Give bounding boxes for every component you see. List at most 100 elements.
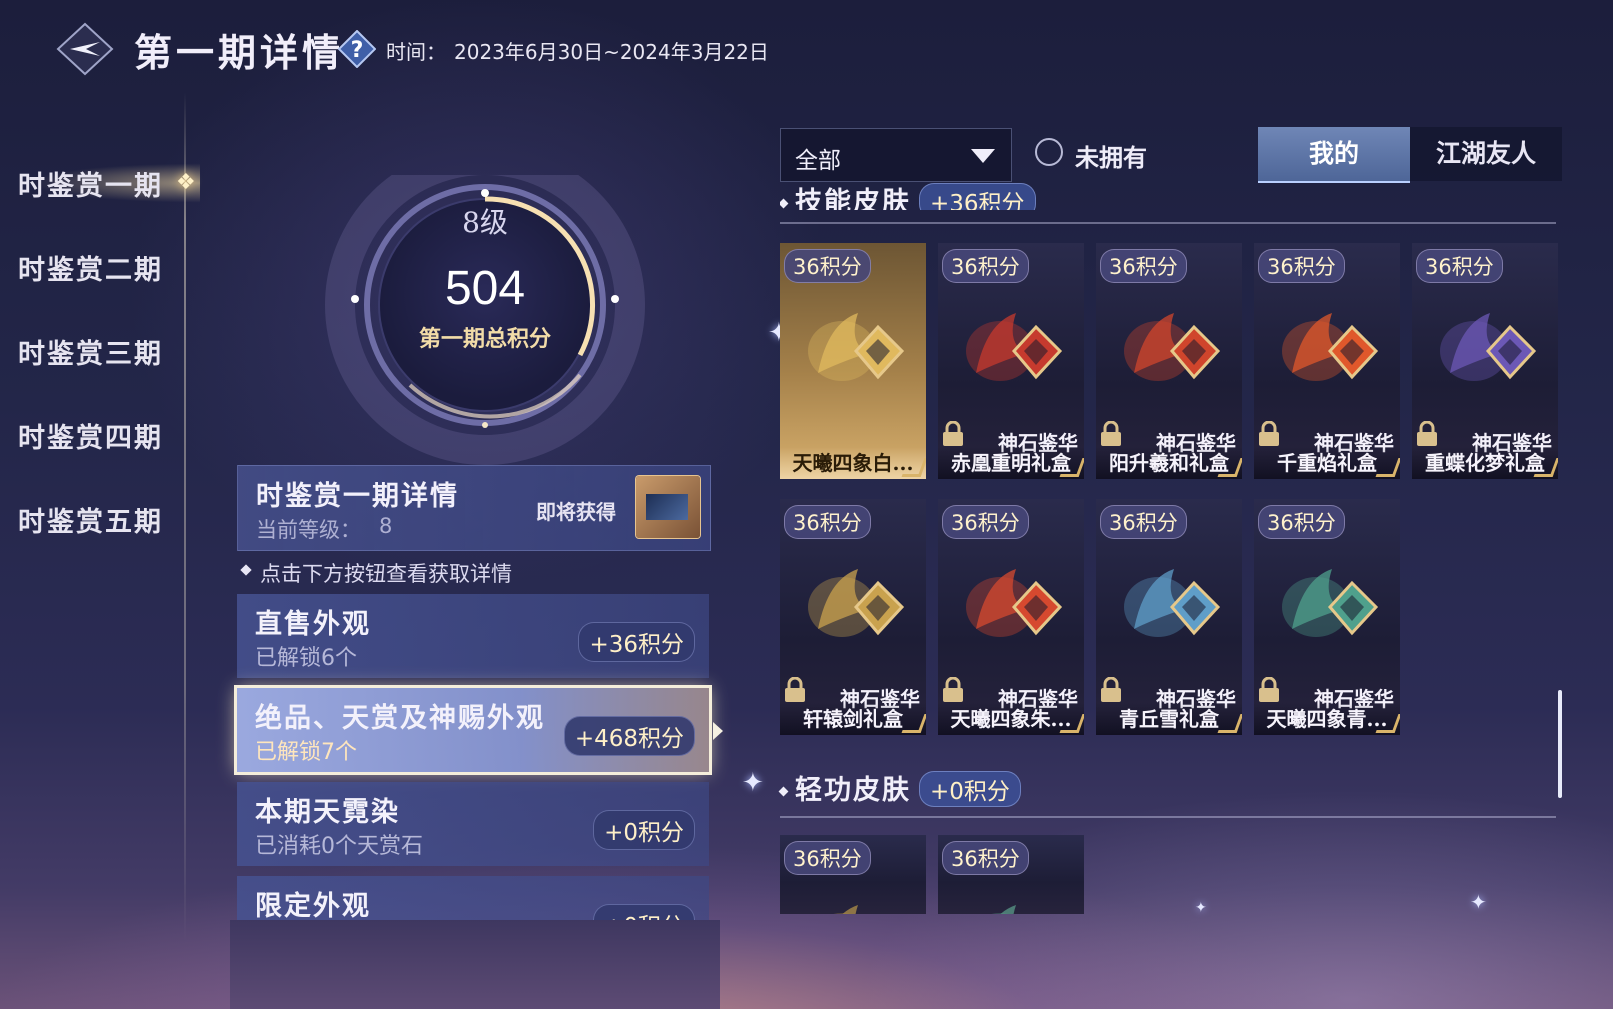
item-card[interactable]: 36积分 神石鉴华 重蝶化梦礼盒 (1412, 243, 1558, 479)
section-qinggong-skins: 轻功皮肤 +0积分 (778, 768, 1021, 807)
sparkle-icon: ✦ (742, 768, 764, 798)
category-subtext: 已解锁7个 (255, 740, 357, 765)
bullet-icon (778, 786, 789, 797)
section-divider (780, 222, 1556, 224)
period-label: 时间： (386, 40, 446, 64)
active-indicator-icon: ❖ (176, 170, 196, 195)
sidebar-divider (184, 92, 186, 942)
item-art-icon (966, 313, 1063, 381)
section-points: +0积分 (919, 771, 1021, 807)
svg-text:?: ? (351, 38, 364, 63)
level-text: 8级 (462, 206, 508, 239)
item-art-icon (1124, 569, 1221, 637)
detail-level-value: 8 (379, 514, 393, 538)
sidebar-item-period-5[interactable]: 时鉴赏五期 (18, 500, 163, 539)
score-ring: 8级 504 第一期总积分 (300, 175, 670, 465)
bullet-icon (240, 564, 252, 576)
not-owned-label[interactable]: 未拥有 (1075, 138, 1147, 173)
filter-dropdown-value: 全部 (795, 148, 841, 174)
item-art-icon (808, 313, 905, 381)
item-art-icon (1124, 313, 1221, 381)
total-score: 504 (444, 262, 526, 315)
item-art-icon (1440, 313, 1537, 381)
chevron-down-icon (971, 149, 995, 163)
detail-level-label: 当前等级： (256, 518, 361, 542)
item-points-badge: 36积分 (784, 249, 871, 283)
tab-mine[interactable]: 我的 (1258, 127, 1410, 183)
item-points-badge: 36积分 (1416, 249, 1503, 283)
item-card[interactable]: 36积分 神石鉴华 天曦四象青... (1254, 499, 1400, 735)
category-points: +468积分 (563, 716, 695, 756)
section-divider (780, 816, 1556, 818)
upcoming-reward-thumbnail[interactable] (636, 476, 700, 538)
sparkle-icon: ✦ (1195, 900, 1207, 916)
sidebar-item-period-4[interactable]: 时鉴赏四期 (18, 416, 163, 455)
item-points-badge: 36积分 (942, 505, 1029, 539)
section-title: 轻功皮肤 (795, 775, 911, 806)
scrollbar[interactable] (1558, 690, 1562, 798)
category-name: 本期天霓染 (255, 797, 400, 828)
item-points-badge: 36积分 (784, 841, 871, 875)
item-card[interactable]: 36积分 神石鉴华 千重焰礼盒 (1254, 243, 1400, 479)
category-name: 直售外观 (255, 609, 371, 640)
lock-icon (943, 421, 963, 446)
lock-icon (1101, 421, 1121, 446)
page-title: 第一期详情 (134, 30, 345, 75)
back-button[interactable] (56, 22, 114, 76)
item-card[interactable]: 36积分 神石鉴华 阳升羲和礼盒 (1096, 243, 1242, 479)
section-skill-skins: 技能皮肤 +36积分 (780, 180, 1036, 210)
item-card[interactable]: 36积分 天曦四象白... (780, 243, 926, 479)
category-subtext: 已消耗0个天赏石 (255, 834, 423, 859)
hint-text: 点击下方按钮查看获取详情 (260, 562, 512, 586)
section-points: +36积分 (919, 183, 1036, 210)
not-owned-radio[interactable] (1035, 138, 1063, 166)
back-arrow-icon (56, 22, 114, 76)
item-art-icon (833, 905, 858, 914)
item-card[interactable]: 36积分 神石鉴华 轩辕剑礼盒 (780, 499, 926, 735)
item-points-badge: 36积分 (1258, 505, 1345, 539)
category-dye[interactable]: 本期天霓染 已消耗0个天赏石 +0积分 (237, 782, 709, 866)
item-card[interactable]: 36积分 (780, 835, 926, 914)
lock-icon (1101, 677, 1121, 702)
item-art-icon (966, 569, 1063, 637)
sidebar-item-period-3[interactable]: 时鉴赏三期 (18, 332, 163, 371)
sparkle-icon: ✦ (1470, 890, 1487, 914)
help-icon[interactable]: ? (337, 29, 377, 69)
item-art-icon (808, 569, 905, 637)
lock-icon (943, 677, 963, 702)
item-points-badge: 36积分 (942, 249, 1029, 283)
filter-dropdown[interactable]: 全部 (780, 128, 1012, 182)
item-points-badge: 36积分 (942, 841, 1029, 875)
item-points-badge: 36积分 (1100, 249, 1187, 283)
lock-icon (785, 677, 805, 702)
sidebar-item-period-1[interactable]: 时鉴赏一期 (18, 164, 163, 203)
score-label: 第一期总积分 (418, 326, 551, 352)
upcoming-reward-label: 即将获得 (536, 500, 616, 524)
lock-icon (1259, 677, 1279, 702)
lock-icon (1417, 421, 1437, 446)
item-art-icon (1282, 569, 1379, 637)
item-art-icon (1282, 313, 1379, 381)
category-points: +0积分 (593, 810, 695, 850)
item-card[interactable]: 36积分 神石鉴华 赤凰重明礼盒 (938, 243, 1084, 479)
tab-friends[interactable]: 江湖友人 (1410, 127, 1562, 181)
category-premium-selected[interactable]: 绝品、天赏及神赐外观 已解锁7个 +468积分 (237, 688, 723, 772)
item-points-badge: 36积分 (1100, 505, 1187, 539)
section-title: 技能皮肤 (795, 187, 911, 210)
selected-arrow-icon (713, 722, 723, 740)
item-points-badge: 36积分 (1258, 249, 1345, 283)
sidebar-item-period-2[interactable]: 时鉴赏二期 (18, 248, 163, 287)
item-art-icon (991, 905, 1016, 914)
list-fade (230, 920, 720, 1009)
category-name: 限定外观 (255, 891, 371, 922)
period-value: 2023年6月30日~2024年3月22日 (454, 40, 769, 64)
category-subtext: 已解锁6个 (255, 646, 357, 671)
category-points: +36积分 (578, 622, 695, 662)
period-detail-card[interactable]: 时鉴赏一期详情 当前等级： 8 即将获得 (237, 465, 711, 551)
item-card[interactable]: 36积分 (938, 835, 1084, 914)
lock-icon (1259, 421, 1279, 446)
item-card[interactable]: 36积分 神石鉴华 青丘雪礼盒 (1096, 499, 1242, 735)
item-card[interactable]: 36积分 神石鉴华 天曦四象朱... (938, 499, 1084, 735)
category-direct-sale[interactable]: 直售外观 已解锁6个 +36积分 (237, 594, 709, 678)
bullet-icon (780, 198, 789, 209)
